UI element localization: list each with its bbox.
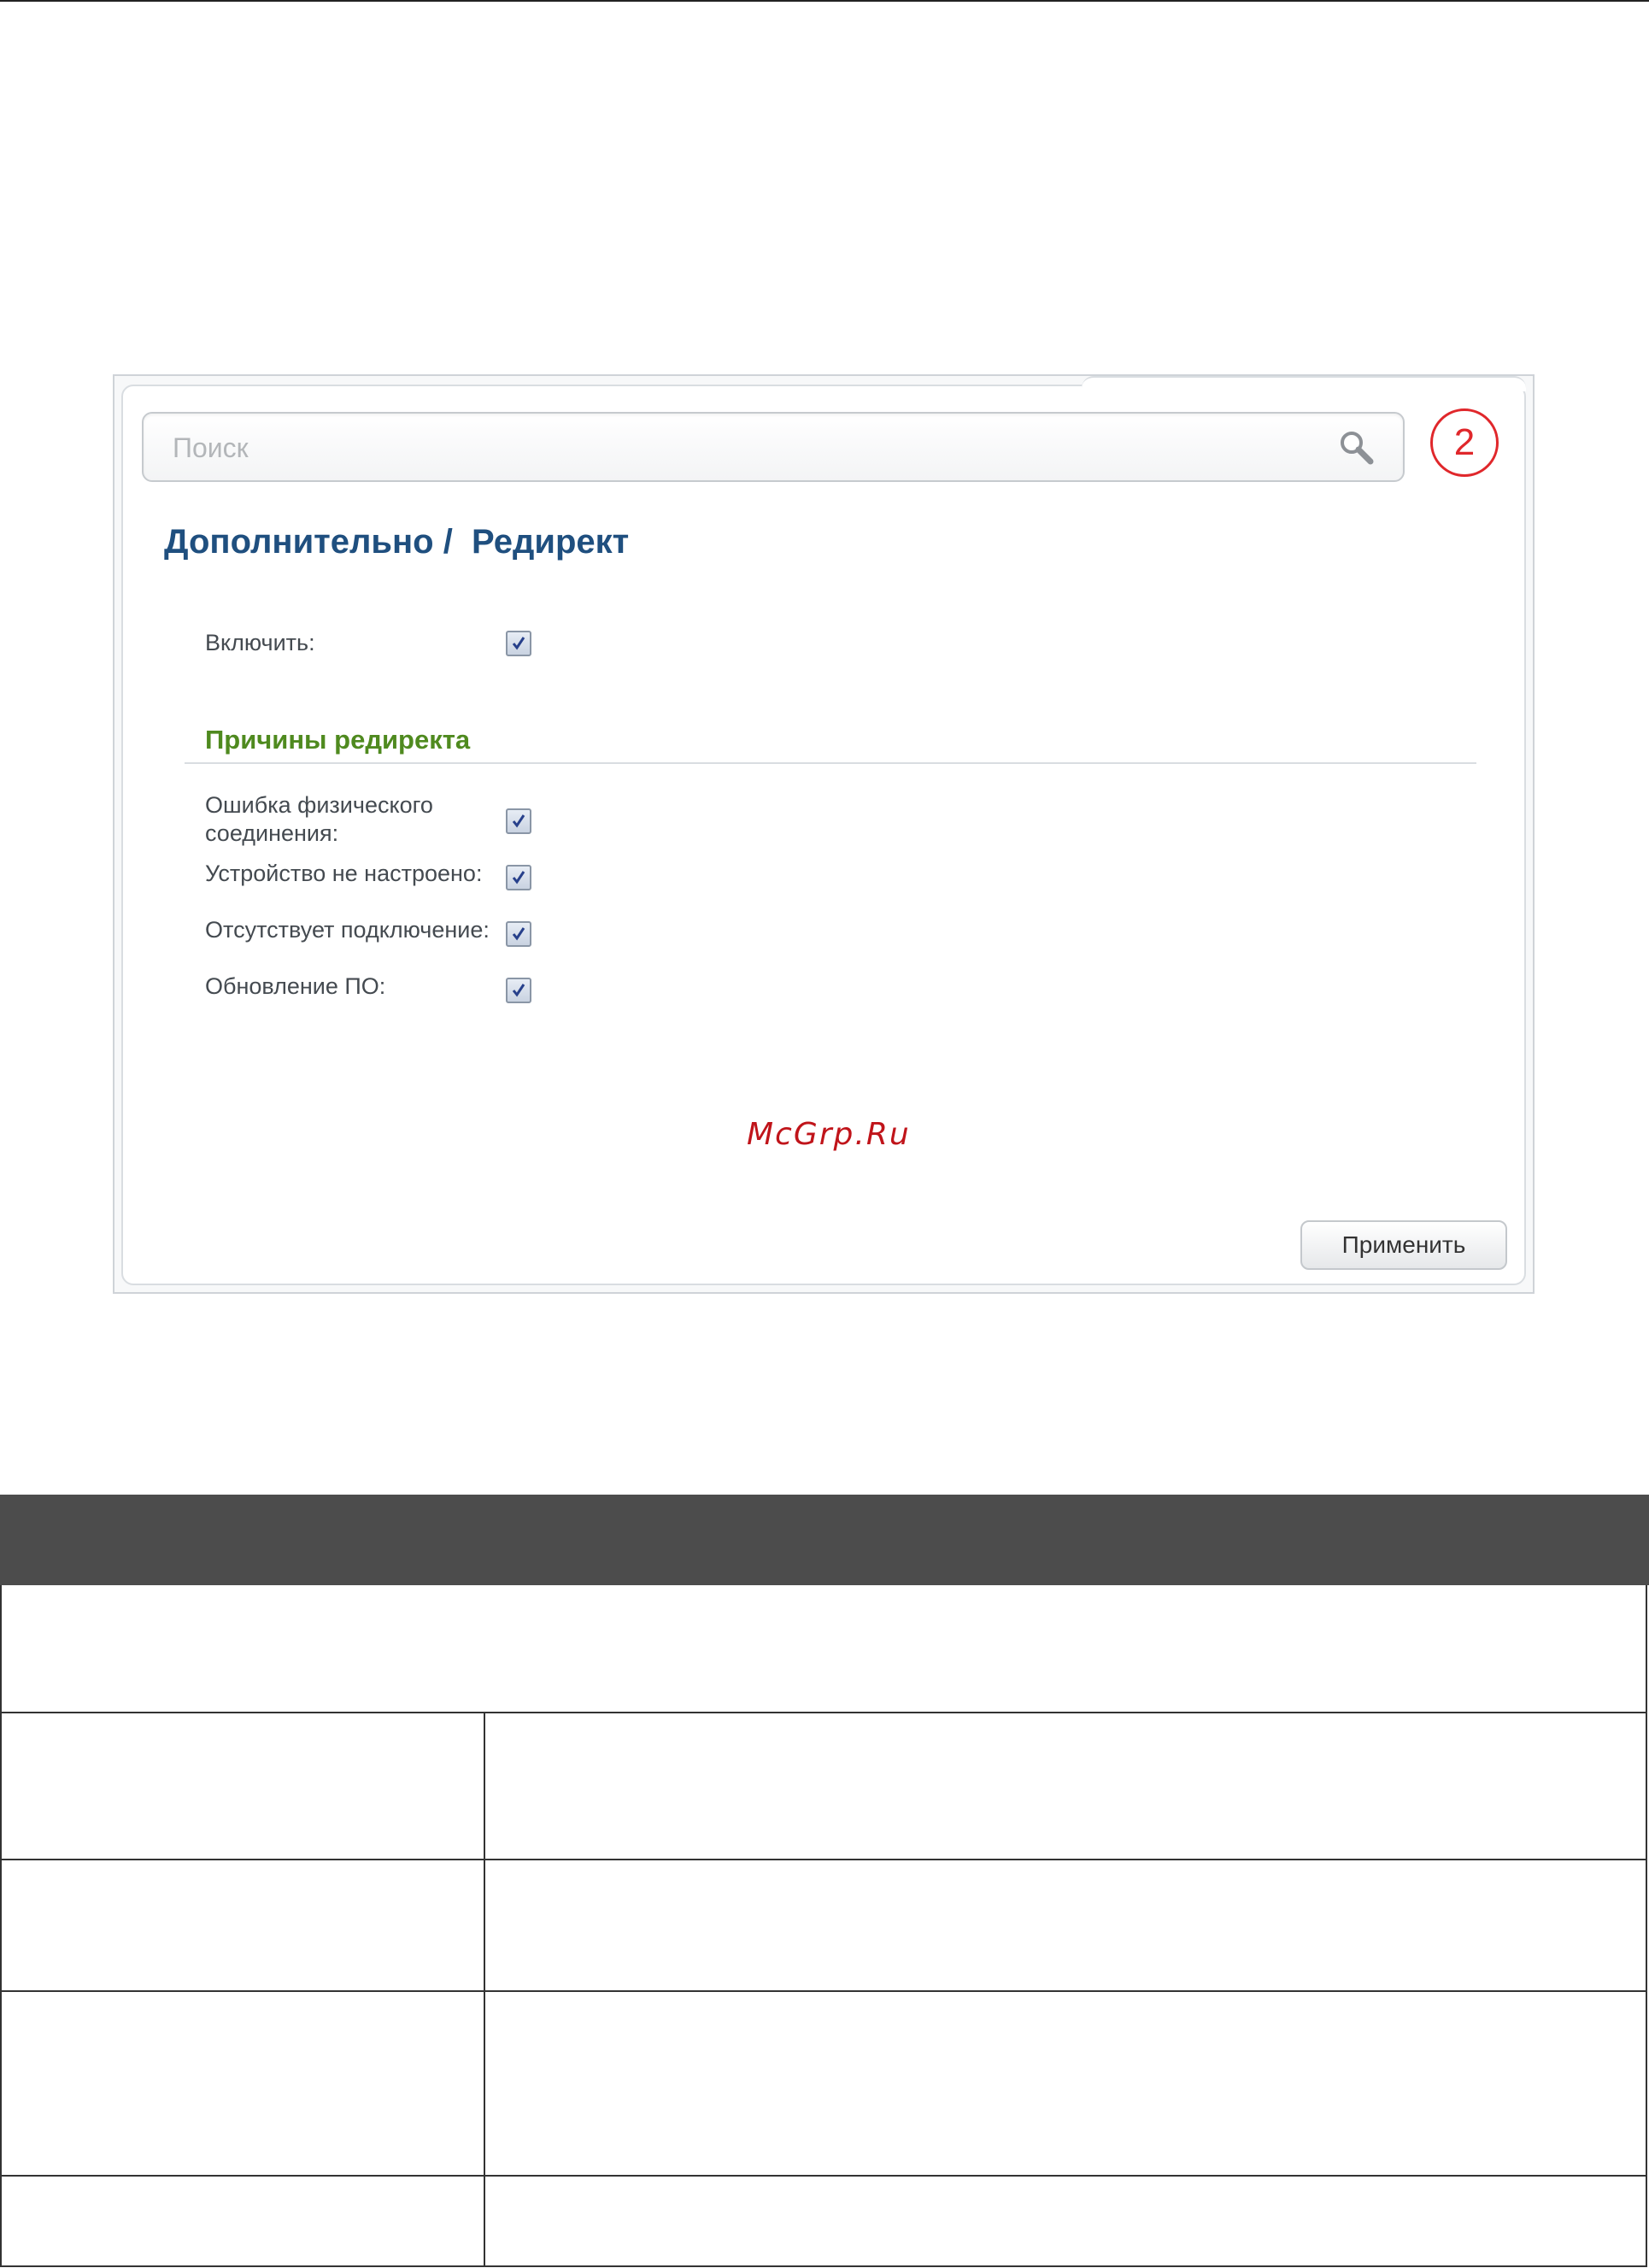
reason-label-no-connection: Отсутствует подключение: [205,917,490,943]
checkmark-icon [512,637,525,650]
apply-button[interactable]: Применить [1300,1220,1507,1270]
section-divider [185,762,1476,764]
column-divider [484,1713,485,1859]
checkmark-icon [512,871,525,884]
search-icon[interactable] [1336,427,1377,468]
top-rule [0,0,1649,2]
table-header [0,1495,1649,1585]
watermark: McGrp.Ru [747,1117,911,1152]
checkmark-icon [512,814,525,828]
enable-checkbox[interactable] [506,631,531,656]
reason-label-firmware-update: Обновление ПО: [205,973,386,999]
column-divider [484,2177,485,2265]
column-divider [484,1860,485,1990]
table-row [0,1992,1647,2177]
table-row [0,2177,1647,2267]
panel-tab-notch [1082,376,1526,391]
reason-checkbox-no-connection[interactable] [506,921,531,947]
table-row [0,1713,1647,1860]
checkmark-icon [512,927,525,941]
reason-checkbox-firmware-update[interactable] [506,978,531,1003]
reason-label-not-configured: Устройство не настроено: [205,861,483,886]
checkmark-icon [512,984,525,997]
step-callout: 2 [1430,408,1499,477]
enable-label: Включить: [205,630,315,655]
screenshot-frame: 2 Дополнительно / Редирект Включить: При… [113,374,1535,1294]
table-row [0,1585,1647,1713]
section-title: Причины редиректа [205,725,471,755]
reason-checkbox-link-error[interactable] [506,808,531,834]
search-input[interactable] [171,426,1285,470]
search-bar [142,412,1405,482]
reason-label-link-error: Ошибка физического соединения: [205,792,433,846]
page-title: Дополнительно / Редирект [164,523,630,561]
column-divider [484,1992,485,2175]
table-row [0,1860,1647,1992]
settings-panel: 2 Дополнительно / Редирект Включить: При… [121,376,1526,1285]
reason-checkbox-not-configured[interactable] [506,865,531,890]
